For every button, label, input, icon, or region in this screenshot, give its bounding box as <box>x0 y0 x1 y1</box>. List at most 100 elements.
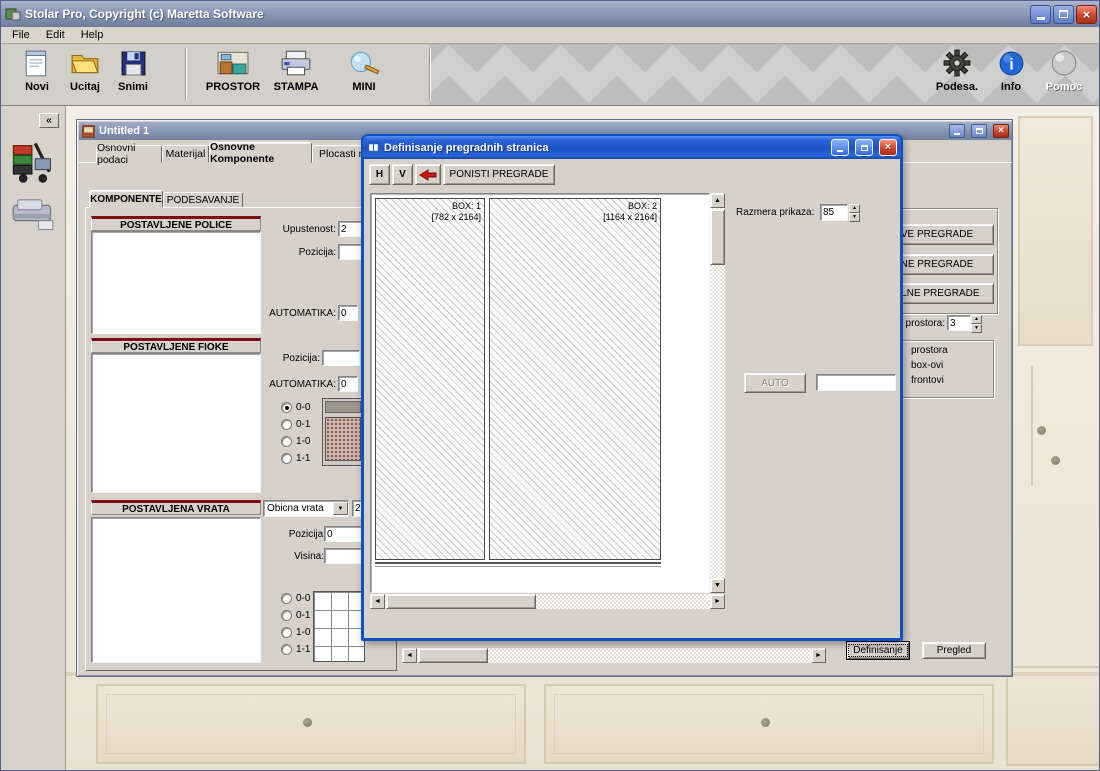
print-button[interactable]: STAMPA <box>268 47 324 103</box>
vrata-listbox[interactable] <box>91 517 261 663</box>
radio-icon <box>281 436 292 447</box>
fioke-pozicija-field[interactable] <box>322 350 360 366</box>
pregrade-canvas[interactable]: BOX: 1 [782 x 2164] BOX: 2 [1164 x 2164] <box>370 193 710 593</box>
box-1-dimensions: [782 x 2164] <box>431 212 481 223</box>
kitchen-drawer <box>1006 666 1100 766</box>
doc-close-icon[interactable]: × <box>993 124 1009 138</box>
spinner-down-icon[interactable]: ▼ <box>971 324 982 333</box>
dialog-titlebar[interactable]: Definisanje pregradnih stranica × <box>363 136 901 159</box>
close-icon[interactable]: × <box>1076 5 1097 24</box>
minimize-icon[interactable] <box>1030 5 1051 24</box>
help-button[interactable]: Pomoc <box>1037 47 1091 103</box>
razmera-field[interactable] <box>820 204 848 221</box>
scanner-icon[interactable] <box>11 194 55 235</box>
fioke-radio-1-0[interactable]: 1-0 <box>281 435 310 447</box>
auto-value-field[interactable] <box>816 374 896 391</box>
horizontal-split-button[interactable]: H <box>369 164 390 185</box>
menu-help[interactable]: Help <box>74 28 111 42</box>
vrata-type-dropdown[interactable]: Obicna vrata ▼ <box>263 500 349 517</box>
vertical-split-button[interactable]: V <box>392 164 413 185</box>
option-frontovi[interactable]: frontovi <box>911 375 944 386</box>
tab-podesavanje[interactable]: PODESAVANJE <box>163 192 243 208</box>
tab-osnovne-komponente[interactable]: Osnovne Komponente <box>209 142 312 163</box>
sphere-pencil-icon <box>347 47 381 79</box>
menu-edit[interactable]: Edit <box>39 28 72 42</box>
scroll-right-icon[interactable]: ► <box>811 648 826 663</box>
open-button[interactable]: Ucitaj <box>61 47 109 103</box>
bottom-panel-line <box>375 562 661 564</box>
fioke-group-header: POSTAVLJENE FIOKE <box>91 338 261 353</box>
vrata-radio-1-1[interactable]: 1-1 <box>281 643 310 655</box>
menu-file[interactable]: File <box>5 28 37 42</box>
auto-button[interactable]: AUTO <box>744 373 806 393</box>
prostor-button[interactable]: PROSTOR <box>204 47 262 103</box>
police-automatika-field[interactable] <box>338 305 358 321</box>
scroll-left-icon[interactable]: ◄ <box>402 648 417 663</box>
box-1-shape[interactable]: BOX: 1 [782 x 2164] <box>375 198 485 560</box>
radio-icon <box>281 644 292 655</box>
document-horizontal-scrollbar[interactable]: ◄ ► <box>402 648 826 663</box>
dialog-maximize-icon[interactable] <box>855 139 873 156</box>
scroll-left-icon[interactable]: ◄ <box>370 594 385 609</box>
tab-osnovni-podaci[interactable]: Osnovni podaci <box>96 145 162 163</box>
sidebar-collapse-button[interactable]: « <box>39 113 59 128</box>
info-button[interactable]: i Info <box>989 47 1033 103</box>
room-icon <box>216 47 250 79</box>
canvas-horizontal-scrollbar[interactable]: ◄ ► <box>370 594 725 609</box>
dropdown-arrow-icon[interactable]: ▼ <box>333 502 348 515</box>
scroll-down-icon[interactable]: ▼ <box>710 578 725 593</box>
dialog-icon <box>367 141 380 154</box>
doc-minimize-icon[interactable] <box>949 124 965 138</box>
tab-materijal[interactable]: Materijal <box>162 145 209 163</box>
application-window: Stolar Pro, Copyright (c) Maretta Softwa… <box>0 0 1100 771</box>
document-title-text: Untitled 1 <box>99 125 149 137</box>
box-2-shape[interactable]: BOX: 2 [1164 x 2164] <box>489 198 661 560</box>
scrollbar-thumb[interactable] <box>386 594 536 609</box>
settings-button[interactable]: Podesa. <box>929 47 985 103</box>
definisanje-button[interactable]: Definisanje <box>847 642 909 659</box>
prostora-count-field[interactable] <box>947 315 971 331</box>
scrollbar-thumb[interactable] <box>710 209 725 265</box>
police-listbox[interactable] <box>91 231 261 334</box>
vrata-radio-1-0[interactable]: 1-0 <box>281 626 310 638</box>
maximize-icon[interactable] <box>1053 5 1074 24</box>
razmera-spinner[interactable]: ▲ ▼ <box>849 204 860 221</box>
vrata-radio-0-0[interactable]: 0-0 <box>281 592 310 604</box>
fioke-radio-0-1[interactable]: 0-1 <box>281 418 310 430</box>
spinner-up-icon[interactable]: ▲ <box>971 315 982 324</box>
doc-maximize-icon[interactable] <box>971 124 987 138</box>
material-cart-icon[interactable] <box>9 138 57 189</box>
tab-komponente[interactable]: KOMPONENTE <box>89 190 163 208</box>
app-icon <box>5 6 21 22</box>
scroll-right-icon[interactable]: ► <box>710 594 725 609</box>
vrata-pozicija-field[interactable] <box>324 526 362 542</box>
fioke-automatika-field[interactable] <box>338 376 358 392</box>
save-button[interactable]: Snimi <box>109 47 157 103</box>
option-prostora[interactable]: prostora <box>911 345 948 356</box>
dialog-close-icon[interactable]: × <box>879 139 897 156</box>
red-left-arrow-icon <box>419 169 437 181</box>
canvas-vertical-scrollbar[interactable]: ▲ ▼ <box>710 193 725 593</box>
spinner-down-icon[interactable]: ▼ <box>849 213 860 222</box>
mini-button[interactable]: MINI <box>339 47 389 103</box>
police-automatika-label: AUTOMATIKA: <box>256 308 336 319</box>
vrata-visina-field[interactable] <box>324 548 362 564</box>
fioke-listbox[interactable] <box>91 353 261 493</box>
undo-arrow-button[interactable] <box>415 164 441 185</box>
fioke-radio-1-1[interactable]: 1-1 <box>281 452 310 464</box>
dialog-minimize-icon[interactable] <box>831 139 849 156</box>
new-button[interactable]: Novi <box>13 47 61 103</box>
ponisti-pregrade-button[interactable]: PONISTI PREGRADE <box>443 164 555 185</box>
prostora-spinner[interactable]: ▲ ▼ <box>971 315 982 331</box>
fioke-radio-0-0[interactable]: 0-0 <box>281 401 310 413</box>
upustenost-label: Upustenost: <box>264 224 336 235</box>
radio-icon <box>281 419 292 430</box>
pregled-button[interactable]: Pregled <box>922 642 986 659</box>
option-box-ovi[interactable]: box-ovi <box>911 360 943 371</box>
scrollbar-thumb[interactable] <box>418 648 488 663</box>
app-titlebar[interactable]: Stolar Pro, Copyright (c) Maretta Softwa… <box>1 1 1100 27</box>
scroll-up-icon[interactable]: ▲ <box>710 193 725 208</box>
floppy-disk-icon <box>116 47 150 79</box>
spinner-up-icon[interactable]: ▲ <box>849 204 860 213</box>
vrata-radio-0-1[interactable]: 0-1 <box>281 609 310 621</box>
